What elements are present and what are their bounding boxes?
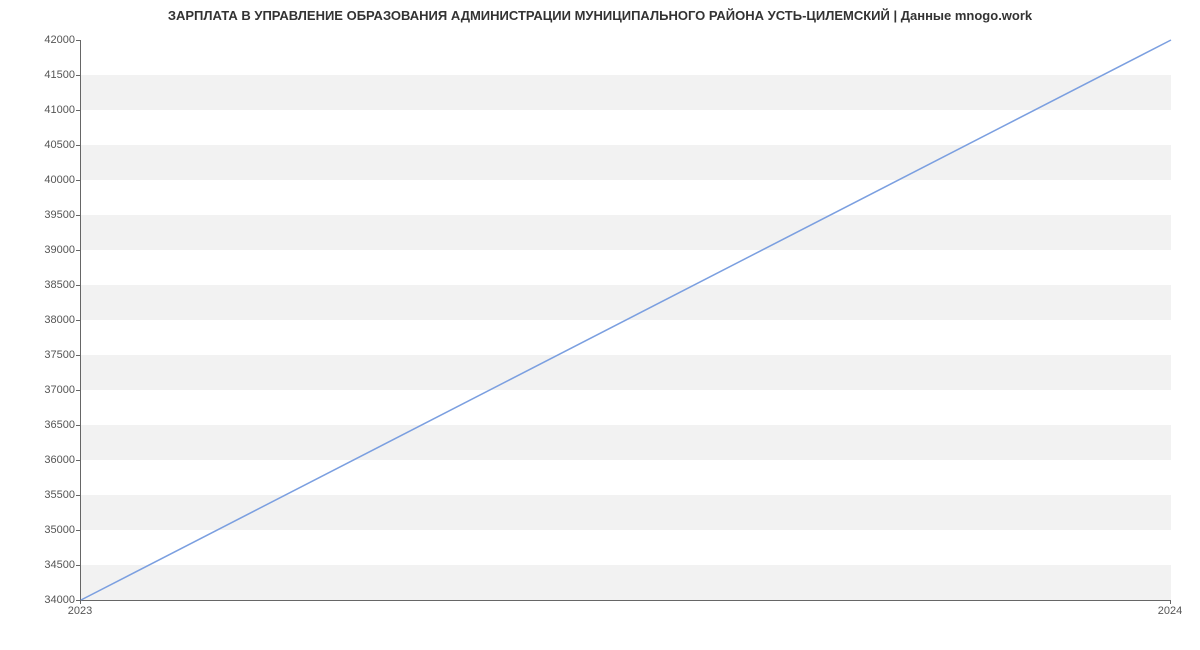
y-tick-label: 40500	[5, 139, 75, 151]
y-tick-label: 36500	[5, 419, 75, 431]
y-tick-label: 42000	[5, 34, 75, 46]
y-tick-label: 36000	[5, 454, 75, 466]
y-tick-mark	[76, 40, 80, 41]
y-tick-mark	[76, 75, 80, 76]
y-tick-mark	[76, 180, 80, 181]
x-tick-label: 2024	[1158, 605, 1182, 617]
y-tick-mark	[76, 145, 80, 146]
y-tick-mark	[76, 460, 80, 461]
y-tick-label: 34000	[5, 594, 75, 606]
y-tick-mark	[76, 530, 80, 531]
y-tick-label: 39000	[5, 244, 75, 256]
y-tick-mark	[76, 425, 80, 426]
y-tick-label: 38000	[5, 314, 75, 326]
y-tick-mark	[76, 320, 80, 321]
y-tick-label: 37500	[5, 349, 75, 361]
plot-area	[80, 40, 1171, 601]
y-tick-mark	[76, 495, 80, 496]
y-tick-label: 38500	[5, 279, 75, 291]
y-tick-label: 40000	[5, 174, 75, 186]
chart-container: ЗАРПЛАТА В УПРАВЛЕНИЕ ОБРАЗОВАНИЯ АДМИНИ…	[0, 0, 1200, 650]
chart-line-svg	[81, 40, 1171, 600]
data-line	[81, 40, 1171, 600]
y-tick-mark	[76, 390, 80, 391]
y-tick-label: 41500	[5, 69, 75, 81]
y-tick-label: 37000	[5, 384, 75, 396]
x-tick-mark	[80, 600, 81, 604]
x-tick-label: 2023	[68, 605, 92, 617]
x-tick-mark	[1170, 600, 1171, 604]
y-tick-label: 34500	[5, 559, 75, 571]
y-tick-mark	[76, 215, 80, 216]
y-tick-label: 39500	[5, 209, 75, 221]
y-tick-mark	[76, 355, 80, 356]
y-tick-mark	[76, 250, 80, 251]
chart-title: ЗАРПЛАТА В УПРАВЛЕНИЕ ОБРАЗОВАНИЯ АДМИНИ…	[0, 8, 1200, 23]
y-tick-label: 35500	[5, 489, 75, 501]
y-tick-mark	[76, 565, 80, 566]
y-tick-mark	[76, 285, 80, 286]
y-tick-label: 41000	[5, 104, 75, 116]
y-tick-mark	[76, 110, 80, 111]
y-tick-label: 35000	[5, 524, 75, 536]
